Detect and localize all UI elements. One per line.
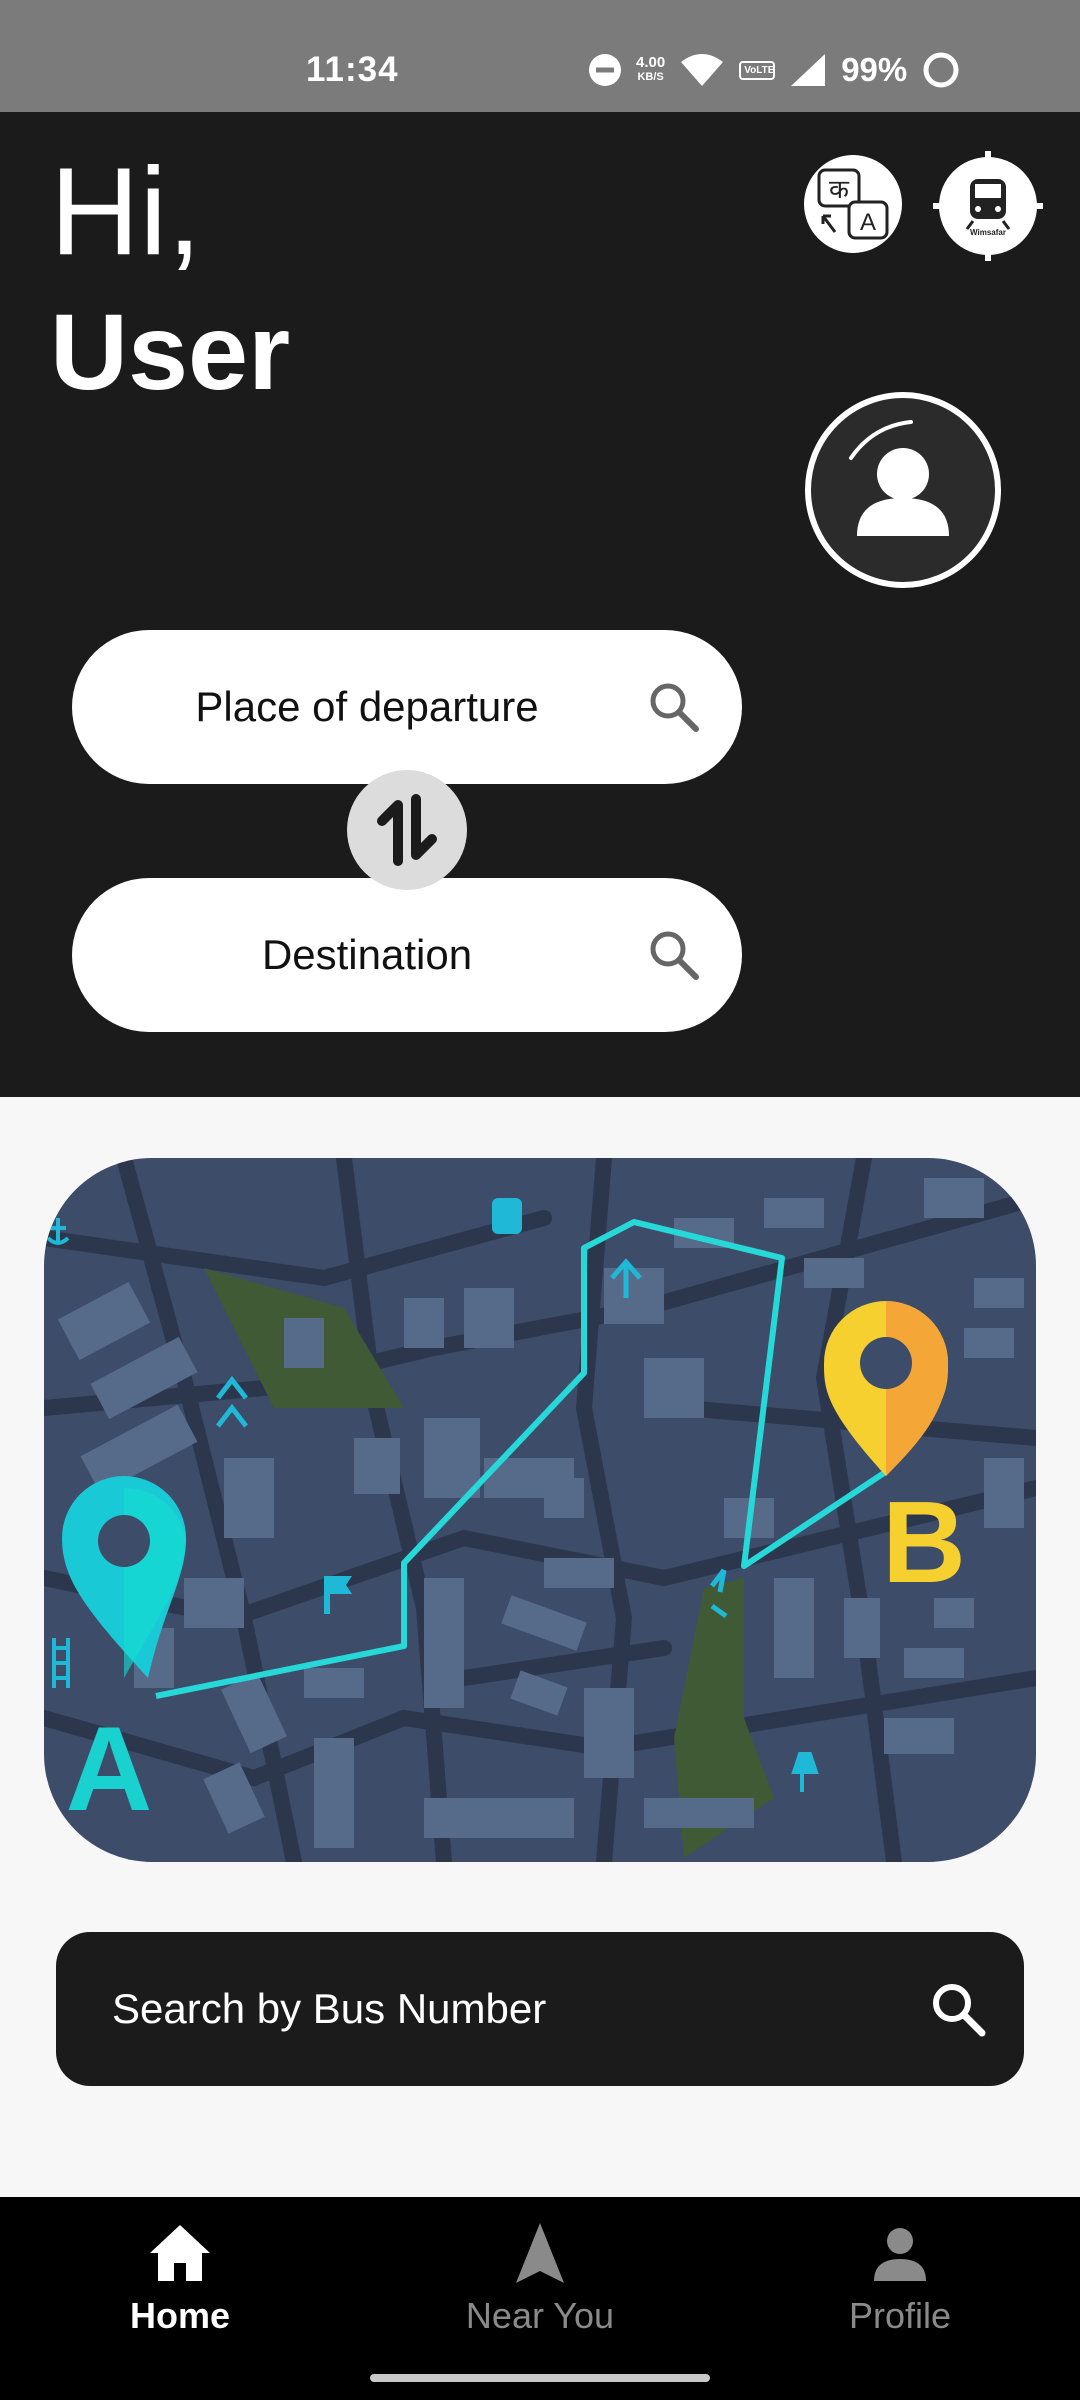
nav-item-profile[interactable]: Profile: [720, 2197, 1080, 2337]
map-graphic: A B: [44, 1158, 1036, 1862]
dnd-icon: [589, 54, 621, 86]
destination-search-field[interactable]: Destination: [72, 878, 742, 1032]
gesture-home-indicator[interactable]: [370, 2374, 710, 2382]
swap-arrows-icon: [377, 794, 437, 866]
train-location-button[interactable]: Wimsafar: [933, 151, 1043, 261]
network-speed-value: 4.00: [636, 54, 666, 71]
train-icon: Wimsafar: [933, 151, 1043, 261]
person-icon: [874, 2228, 926, 2281]
bus-number-search-bar[interactable]: Search by Bus Number: [56, 1932, 1024, 2086]
departure-search-field[interactable]: Place of departure: [72, 630, 742, 784]
departure-placeholder: Place of departure: [195, 683, 539, 730]
route-map-illustration: A B: [44, 1158, 1036, 1862]
nav-item-home[interactable]: Home: [0, 2197, 360, 2337]
nav-label-home: Home: [129, 2295, 231, 2336]
translate-glyph-hindi: क: [829, 175, 850, 205]
search-icon: [650, 683, 699, 732]
wifi-icon: [681, 54, 724, 86]
home-icon: [150, 2225, 210, 2281]
status-bar: 11:34 4.00 KB/S VoLTE 99%: [0, 0, 1080, 112]
navigation-arrow-icon: [516, 2223, 564, 2283]
translate-icon: क A: [817, 168, 889, 240]
status-icons: 4.00 KB/S VoLTE 99%: [588, 48, 961, 92]
status-time: 11:34: [306, 50, 399, 89]
profile-avatar-button[interactable]: [805, 392, 1001, 588]
marker-b-label: B: [882, 1477, 966, 1607]
nav-label-profile: Profile: [848, 2295, 952, 2336]
nav-label-near-you: Near You: [465, 2295, 615, 2336]
volte-icon: VoLTE: [739, 60, 776, 80]
avatar-icon: [849, 420, 949, 536]
translate-glyph-latin: A: [860, 209, 876, 236]
marker-a-label: A: [66, 1702, 153, 1836]
swap-locations-button[interactable]: [347, 770, 467, 890]
user-name: User: [50, 291, 291, 412]
signal-icon: [791, 54, 826, 86]
network-speed-unit: KB/S: [637, 71, 664, 83]
nav-item-near-you[interactable]: Near You: [360, 2197, 720, 2337]
network-speed: 4.00 KB/S: [636, 55, 665, 85]
greeting-text: Hi,: [50, 143, 202, 281]
language-translate-button[interactable]: क A: [804, 155, 902, 253]
bottom-navigation: Home Near You Profile: [0, 2197, 1080, 2400]
volte-label: VoLTE: [744, 64, 775, 76]
battery-ring-icon: [923, 52, 959, 88]
train-icon-caption: Wimsafar: [970, 228, 1006, 237]
bus-search-label: Search by Bus Number: [112, 1985, 547, 2032]
destination-placeholder: Destination: [261, 931, 473, 978]
search-icon: [650, 931, 699, 980]
search-icon: [933, 1984, 986, 2037]
battery-percent: 99%: [841, 51, 908, 88]
